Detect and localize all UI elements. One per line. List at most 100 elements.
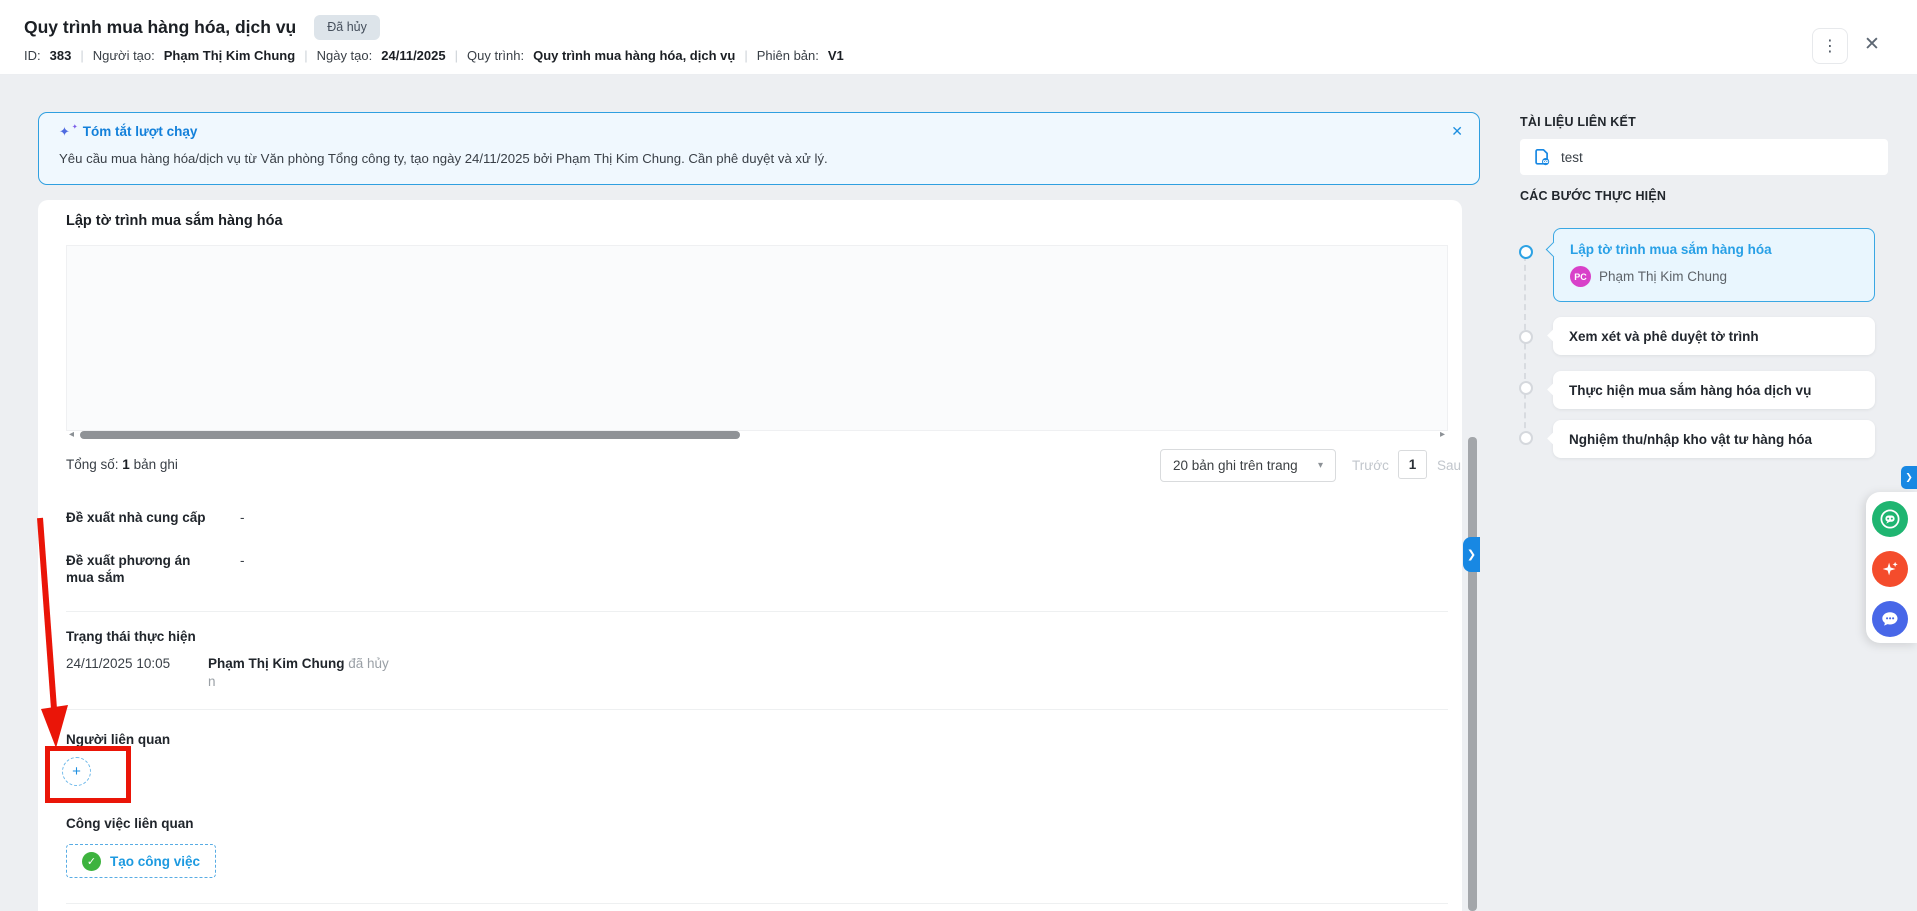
chat-bubble-icon [1882, 612, 1898, 626]
check-icon: ✓ [86, 855, 97, 868]
meta-separator: | [304, 48, 308, 63]
meta-row: ID: 383 | Người tạo: Phạm Thị Kim Chung | … [24, 48, 844, 63]
process-run-modal: Quy trình mua hàng hóa, dịch vụ Đã hủy I… [0, 0, 1917, 911]
step-detail-title: Lập tờ trình mua sắm hàng hóa [66, 213, 283, 229]
status-action: đã hủy [348, 656, 389, 671]
field-value: - [240, 510, 245, 525]
widget-expand-tab[interactable]: ❯ [1901, 466, 1917, 489]
meta-id-value: 383 [49, 48, 72, 63]
caret-down-icon: ▾ [1317, 460, 1323, 471]
meta-separator: | [80, 48, 84, 63]
page-size-value: 20 bản ghi trên trang [1173, 458, 1298, 473]
meta-created-value: 24/11/2025 [381, 48, 446, 63]
meta-separator: | [454, 48, 458, 63]
status-entry: Phạm Thị Kim Chung đã hủy n [208, 655, 389, 691]
prev-page-button[interactable]: Trước [1352, 458, 1389, 473]
meta-creator-value: Phạm Thị Kim Chung [163, 48, 296, 63]
meta-separator: | [744, 48, 748, 63]
sparkle-icon [1882, 561, 1898, 576]
chevron-right-icon: ❯ [1905, 472, 1913, 482]
sparkle-small-icon: ✦ [71, 124, 78, 131]
horizontal-scrollbar-thumb[interactable] [80, 431, 740, 439]
linked-documents-title: TÀI LIỆU LIÊN KẾT [1520, 115, 1636, 129]
create-task-button[interactable]: ✓ Tạo công việc [66, 844, 217, 878]
vertical-scrollbar-thumb[interactable] [1468, 437, 1477, 911]
total-label: Tổng số: [66, 457, 119, 472]
page-size-select[interactable]: 20 bản ghi trên trang ▾ [1160, 449, 1336, 482]
more-actions-button[interactable]: ⋮ [1812, 28, 1848, 64]
next-page-button[interactable]: Sau [1437, 458, 1461, 473]
title-row: Quy trình mua hàng hóa, dịch vụ Đã hủy [24, 15, 380, 40]
related-tasks-title: Công việc liên quan [66, 816, 194, 831]
support-chat-button[interactable] [1872, 501, 1908, 537]
step-label: Lập tờ trình mua sắm hàng hóa [1570, 242, 1772, 257]
status-badge: Đã hủy [314, 15, 380, 40]
total-records: Tổng số: 1 bản ghi [66, 457, 178, 472]
meta-creator-label: Người tạo: [92, 48, 155, 63]
summary-close-icon[interactable]: ✕ [1451, 124, 1463, 138]
records-table-area [66, 245, 1448, 431]
step-item-1[interactable]: Lập tờ trình mua sắm hàng hóa PC Phạm Th… [1553, 228, 1875, 302]
steps-title: CÁC BƯỚC THỰC HIỆN [1520, 189, 1667, 203]
modal-header: Quy trình mua hàng hóa, dịch vụ Đã hủy I… [0, 0, 1917, 75]
run-summary-title-row: ✦ ✦ Tóm tắt lượt chạy [59, 124, 197, 139]
status-action-wrap: n [208, 674, 216, 689]
step-item-4[interactable]: Nghiệm thu/nhập kho vật tư hàng hóa [1553, 420, 1875, 458]
step-dot-2[interactable] [1519, 330, 1533, 344]
ai-assistant-button[interactable] [1872, 551, 1908, 587]
step-label: Xem xét và phê duyệt tờ trình [1569, 328, 1759, 344]
hscroll-left-arrow[interactable]: ◂ [69, 430, 74, 440]
steps-timeline-connector [1524, 255, 1526, 438]
related-people-title: Người liên quan [66, 732, 171, 747]
meta-version-value: V1 [827, 48, 844, 63]
card-expand-tab[interactable]: ❯ [1463, 537, 1480, 572]
meta-created-label: Ngày tạo: [316, 48, 373, 63]
field-value: - [240, 553, 245, 568]
assignee-name: Phạm Thị Kim Chung [1599, 269, 1728, 284]
step-dot-3[interactable] [1519, 381, 1533, 395]
divider [66, 709, 1448, 710]
add-person-button[interactable]: + [62, 757, 91, 786]
meta-version-label: Phiên bản: [756, 48, 819, 63]
chevron-right-icon: ❯ [1466, 549, 1477, 561]
kebab-icon: ⋮ [1822, 38, 1838, 55]
run-summary-box: ✦ ✦ Tóm tắt lượt chạy ✕ Yêu cầu mua hàng… [38, 112, 1480, 185]
assignee-row: PC Phạm Thị Kim Chung [1570, 266, 1858, 287]
meta-id-label: ID: [24, 48, 41, 63]
status-actor: Phạm Thị Kim Chung [208, 656, 345, 671]
step-label: Nghiệm thu/nhập kho vật tư hàng hóa [1569, 431, 1813, 447]
divider [66, 903, 1448, 904]
step-item-2[interactable]: Xem xét và phê duyệt tờ trình [1553, 317, 1875, 355]
step-label: Thực hiện mua sắm hàng hóa dịch vụ [1569, 382, 1812, 398]
document-link-icon [1535, 148, 1550, 166]
divider [66, 611, 1448, 612]
hscroll-right-arrow[interactable]: ▸ [1440, 430, 1445, 440]
status-section-title: Trạng thái thực hiện [66, 629, 196, 644]
plus-icon: + [72, 763, 81, 780]
document-name: test [1561, 149, 1583, 165]
meta-process-label: Quy trình: [467, 48, 525, 63]
chat-button[interactable] [1872, 601, 1908, 637]
total-unit: bản ghi [133, 457, 178, 472]
field-purchase-plan: Đề xuất phương án mua sắm - [66, 552, 245, 586]
run-summary-text: Yêu cầu mua hàng hóa/dịch vụ từ Văn phòn… [59, 151, 828, 166]
current-page-button[interactable]: 1 [1398, 450, 1427, 479]
field-label: Đề xuất phương án mua sắm [66, 553, 191, 585]
status-timestamp: 24/11/2025 10:05 [66, 656, 171, 671]
create-task-label: Tạo công việc [110, 853, 201, 869]
field-label: Đề xuất nhà cung cấp [66, 510, 206, 525]
step-item-3[interactable]: Thực hiện mua sắm hàng hóa dịch vụ [1553, 371, 1875, 409]
close-modal-icon[interactable]: ✕ [1864, 35, 1880, 54]
field-supplier-proposal: Đề xuất nhà cung cấp - [66, 509, 245, 526]
linked-document-item[interactable]: test [1520, 139, 1888, 175]
meta-process-value: Quy trình mua hàng hóa, dịch vụ [533, 48, 736, 63]
run-summary-title: Tóm tắt lượt chạy [82, 124, 198, 139]
avatar: PC [1570, 266, 1591, 287]
step-dot-1[interactable] [1519, 245, 1533, 259]
support-chat-icon [1880, 509, 1900, 529]
step-dot-4[interactable] [1519, 431, 1533, 445]
sparkle-icon: ✦ [59, 124, 70, 139]
page-title: Quy trình mua hàng hóa, dịch vụ [24, 16, 297, 37]
check-circle-icon: ✓ [82, 851, 101, 871]
total-value: 1 [122, 457, 130, 472]
